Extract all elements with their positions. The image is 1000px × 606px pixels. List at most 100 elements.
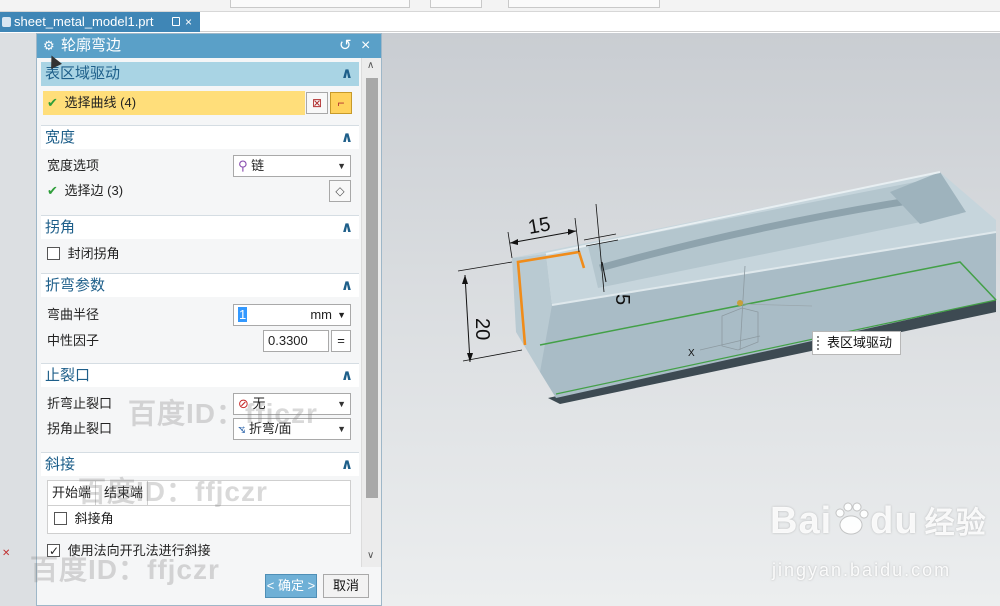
scroll-thumb[interactable] bbox=[366, 78, 378, 498]
left-resource-strip bbox=[0, 33, 36, 606]
baidu-logo: Bai du 经验 bbox=[770, 498, 987, 543]
dropdown-value: 折弯/面 bbox=[248, 421, 292, 436]
chevron-down-icon: ▼ bbox=[337, 424, 346, 434]
bend-radius-label: 弯曲半径 bbox=[47, 307, 100, 322]
dim-ext-line bbox=[507, 231, 513, 259]
scroll-up-icon[interactable]: ∧ bbox=[367, 60, 374, 71]
section-title: 止裂口 bbox=[45, 367, 91, 384]
none-icon: ⊘ bbox=[238, 396, 249, 411]
closed-corner-row[interactable]: 封闭拐角 bbox=[47, 244, 120, 264]
baidu-cn: 经验 bbox=[924, 507, 987, 540]
baidu-paw-icon bbox=[835, 502, 869, 535]
collapse-icon[interactable]: ∧ bbox=[341, 62, 353, 86]
use-normal-label: 使用法向开孔法进行斜接 bbox=[67, 543, 211, 558]
file-tab[interactable]: sheet_metal_model1.prt × bbox=[0, 12, 200, 32]
section-relief-header[interactable]: 止裂口 ∧ bbox=[41, 363, 359, 387]
formula-button[interactable]: = bbox=[331, 330, 351, 352]
toolbar-field[interactable] bbox=[508, 0, 660, 8]
miter-corner-checkbox[interactable] bbox=[54, 512, 67, 525]
select-curve-row[interactable]: ✔ 选择曲线 (4) bbox=[43, 91, 305, 115]
pin-icon[interactable] bbox=[172, 17, 180, 26]
cancel-button[interactable]: 取消 bbox=[323, 574, 369, 598]
bend-radius-input[interactable]: 1 mm ▼ bbox=[233, 304, 351, 326]
bend-radius-value: 1 bbox=[238, 307, 248, 322]
select-edge-label: 选择边 (3) bbox=[64, 183, 124, 198]
callout-label: 表区域驱动 bbox=[827, 335, 893, 350]
dim-arrow bbox=[467, 353, 473, 362]
collapse-icon[interactable]: ∧ bbox=[341, 274, 353, 298]
section-width-header[interactable]: 宽度 ∧ bbox=[41, 125, 359, 149]
dim-line-20 bbox=[464, 274, 471, 363]
neutral-factor-input[interactable]: 0.3300 bbox=[263, 330, 329, 352]
contour-flange-dialog: ⚙ 轮廓弯边 ↺ × 表区域驱动 ∧ ✔ 选择曲线 (4) ⊠ ⌐ 宽度 ∧ 宽… bbox=[36, 33, 382, 606]
select-curve-label: 选择曲线 (4) bbox=[64, 95, 137, 110]
neutral-factor-label: 中性因子 bbox=[47, 333, 100, 348]
scroll-down-icon[interactable]: ∨ bbox=[367, 550, 374, 561]
bend-radius-unit: mm bbox=[310, 307, 332, 322]
select-edge-row[interactable]: ✔ 选择边 (3) bbox=[47, 181, 123, 201]
collapse-icon[interactable]: ∧ bbox=[341, 126, 353, 150]
curve-rule-icon[interactable]: ⊠ bbox=[306, 92, 328, 114]
toolbar-field[interactable] bbox=[230, 0, 410, 8]
section-corner-header[interactable]: 拐角 ∧ bbox=[41, 215, 359, 239]
dim-ext-line bbox=[457, 261, 513, 272]
baidu-brand-2: du bbox=[870, 500, 919, 542]
collapse-icon[interactable]: ∧ bbox=[341, 216, 353, 240]
baidu-url: jingyan.baidu.com bbox=[772, 560, 952, 580]
left-axis-marker: ✕ bbox=[2, 548, 11, 559]
dialog-title: 轮廓弯边 bbox=[61, 37, 122, 54]
chain-icon: ⚲ bbox=[238, 158, 248, 173]
dropdown-value: 无 bbox=[252, 396, 266, 411]
collapse-icon[interactable]: ∧ bbox=[341, 364, 353, 388]
section-title: 拐角 bbox=[45, 219, 76, 236]
width-option-dropdown[interactable]: ⚲ 链 ▼ bbox=[233, 155, 351, 177]
face-region-callout[interactable]: 表区域驱动 bbox=[812, 331, 902, 355]
part-file-icon bbox=[2, 17, 11, 27]
dialog-title-bar: ⚙ 轮廓弯边 ↺ × bbox=[37, 34, 381, 58]
section-title: 表区域驱动 bbox=[45, 65, 121, 82]
close-icon[interactable]: × bbox=[361, 34, 370, 58]
use-normal-row[interactable]: 使用法向开孔法进行斜接 bbox=[47, 541, 211, 561]
check-icon: ✔ bbox=[47, 95, 58, 110]
corner-relief-dropdown[interactable]: ⦪ 折弯/面 ▼ bbox=[233, 418, 351, 440]
check-icon: ✔ bbox=[47, 183, 58, 198]
section-title: 折弯参数 bbox=[45, 277, 106, 294]
dim-text-20: 20 bbox=[471, 318, 493, 340]
dropdown-value: 链 bbox=[251, 158, 265, 173]
section-title: 斜接 bbox=[45, 456, 76, 473]
file-tab-bar: sheet_metal_model1.prt × bbox=[0, 12, 1000, 32]
section-face-region-header[interactable]: 表区域驱动 ∧ bbox=[41, 62, 359, 86]
section-bend-params-header[interactable]: 折弯参数 ∧ bbox=[41, 273, 359, 297]
dialog-scrollbar[interactable]: ∧ ∨ bbox=[361, 58, 381, 567]
chevron-down-icon: ▼ bbox=[337, 399, 346, 409]
width-option-label: 宽度选项 bbox=[47, 158, 100, 173]
tab-start-end[interactable]: 开始端 bbox=[48, 481, 97, 505]
ok-button[interactable]: < 确定 > bbox=[265, 574, 317, 598]
bend-face-icon: ⦪ bbox=[238, 421, 246, 436]
miter-corner-row[interactable]: 斜接角 bbox=[54, 509, 114, 529]
closed-corner-checkbox[interactable] bbox=[47, 247, 60, 260]
anchor-point bbox=[737, 300, 743, 306]
section-title: 宽度 bbox=[45, 129, 76, 146]
baidu-brand: Bai bbox=[770, 500, 833, 542]
dim-text-5: 5 bbox=[611, 294, 633, 305]
sketch-section-icon[interactable]: ⌐ bbox=[330, 92, 352, 114]
dim-text-15: 15 bbox=[526, 213, 552, 239]
use-normal-checkbox[interactable] bbox=[47, 541, 60, 561]
cube-icon[interactable]: ◇ bbox=[329, 180, 351, 202]
chevron-down-icon[interactable]: ▼ bbox=[337, 305, 346, 325]
bend-relief-dropdown[interactable]: ⊘ 无 ▼ bbox=[233, 393, 351, 415]
datum-x-label: X bbox=[688, 348, 695, 359]
section-miter-header[interactable]: 斜接 ∧ bbox=[41, 452, 359, 476]
corner-relief-label: 拐角止裂口 bbox=[47, 421, 113, 436]
reset-icon[interactable]: ↺ bbox=[339, 34, 352, 58]
neutral-factor-value: 0.3300 bbox=[268, 333, 308, 348]
tab-end-end[interactable]: 结束端 bbox=[100, 481, 149, 505]
tab-close-icon[interactable]: × bbox=[185, 12, 192, 32]
dialog-scroll-panel: 表区域驱动 ∧ ✔ 选择曲线 (4) ⊠ ⌐ 宽度 ∧ 宽度选项 ⚲ 链 ▼ ✔… bbox=[37, 58, 361, 567]
collapse-icon[interactable]: ∧ bbox=[341, 453, 353, 477]
toolbar-field[interactable] bbox=[430, 0, 482, 8]
miter-tabs: 开始端 结束端 斜接角 bbox=[47, 480, 351, 534]
chevron-down-icon: ▼ bbox=[337, 161, 346, 171]
top-toolbar-strip bbox=[0, 0, 1000, 12]
